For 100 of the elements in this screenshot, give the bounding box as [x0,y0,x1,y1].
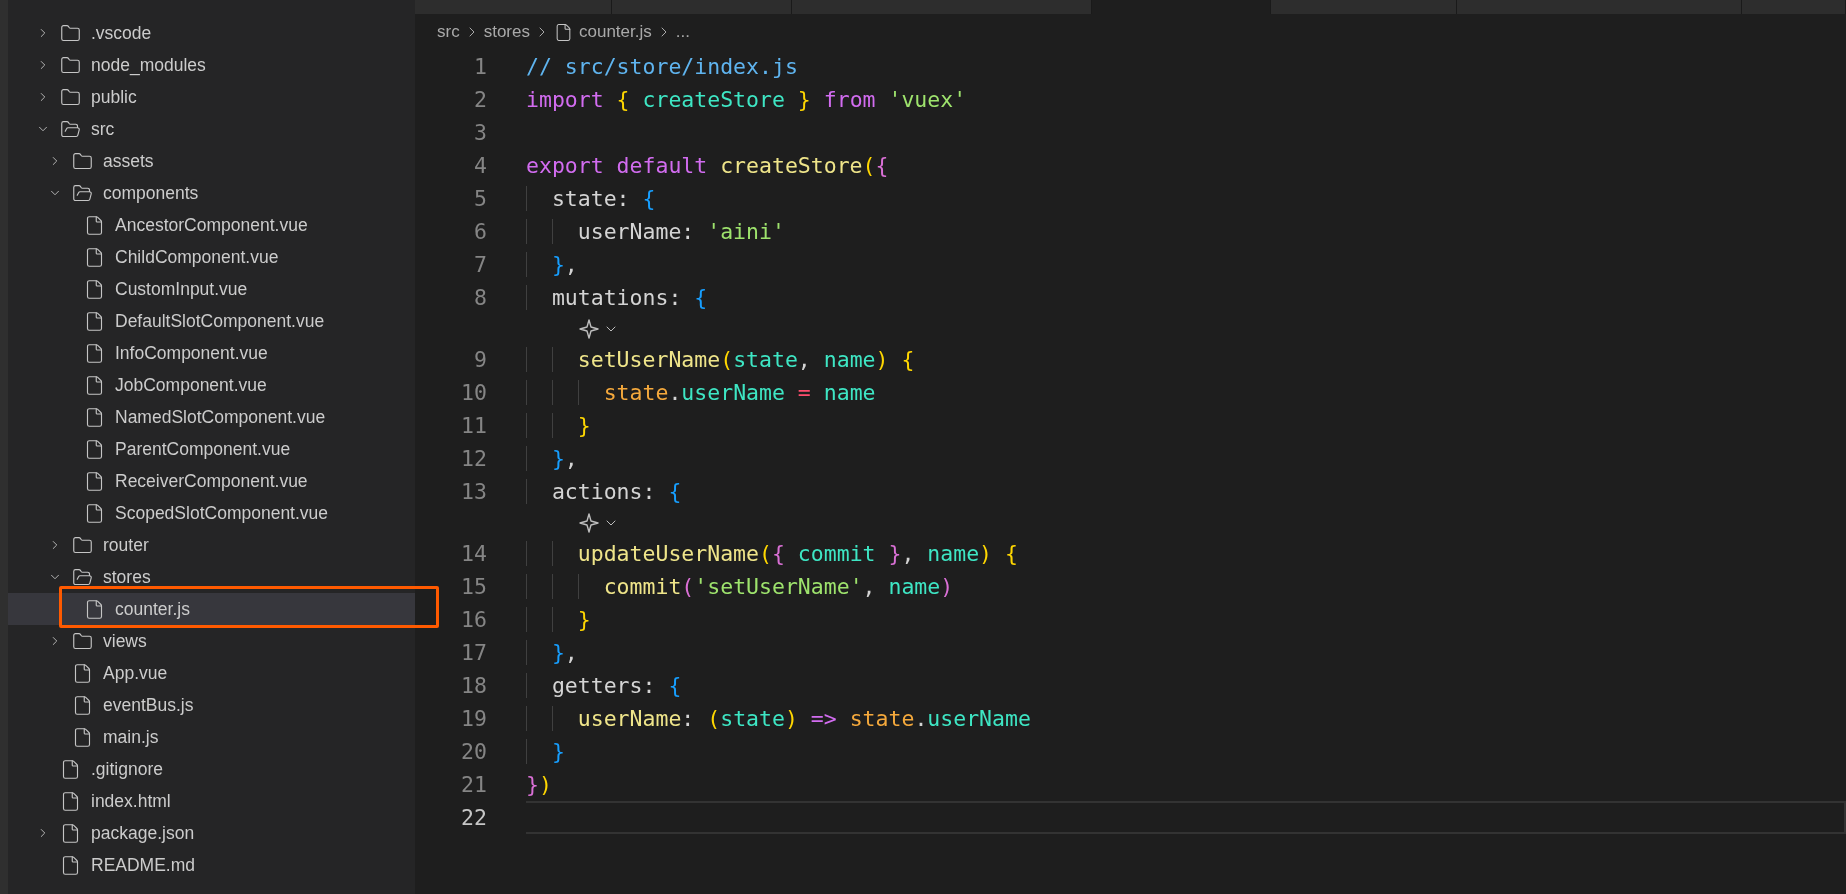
file-item[interactable]: App.vue [8,657,415,689]
sparkle-icon[interactable] [578,317,600,340]
file-item[interactable]: DefaultSlotComponent.vue [8,305,415,337]
line-number: 10 [460,380,487,405]
folder-item[interactable]: node_modules [8,49,415,81]
file-icon [84,278,105,300]
line-number: 6 [473,219,487,244]
file-item[interactable]: CustomInput.vue [8,273,415,305]
code-line: }, [526,442,578,475]
file-icon [84,246,105,268]
file-icon [72,662,93,684]
line-number: 15 [460,574,487,599]
line-number: 13 [460,479,487,504]
line-number: 2 [473,87,487,112]
file-icon [84,214,105,236]
file-item[interactable]: ParentComponent.vue [8,433,415,465]
file-item[interactable]: index.html [8,785,415,817]
folder-item[interactable]: .vscode [8,17,415,49]
line-number: 19 [460,706,487,731]
line-number: 11 [460,413,487,438]
breadcrumb-label: counter.js [578,22,652,42]
line-number: 18 [460,673,487,698]
folder-icon [72,150,93,172]
line-number: 17 [460,640,487,665]
code-line: // src/store/index.js [526,53,798,81]
code-line: commit('setUserName', name) [526,570,954,603]
breadcrumb-item[interactable]: stores [483,22,530,42]
file-item[interactable]: InfoComponent.vue [8,337,415,369]
file-icon [60,790,81,812]
line-number: 16 [460,607,487,632]
code-line: }, [526,636,578,669]
file-item[interactable]: main.js [8,721,415,753]
folder-icon [72,534,93,556]
breadcrumb-item[interactable]: src [437,22,460,42]
line-number: 8 [473,285,487,310]
file-icon [60,822,81,844]
file-item[interactable]: JobComponent.vue [8,369,415,401]
file-icon [84,406,105,428]
line-number: 22 [460,805,487,830]
file-icon [84,374,105,396]
line-number: 1 [473,54,487,79]
line-number: 12 [460,446,487,471]
file-icon [84,470,105,492]
folder-item[interactable]: views [8,625,415,657]
code-line: }) [526,771,552,799]
folder-item[interactable]: components [8,177,415,209]
folder-item[interactable]: src [8,113,415,145]
file-item[interactable]: README.md [8,849,415,881]
folder-item[interactable]: router [8,529,415,561]
breadcrumb-item[interactable]: ... [675,22,690,42]
code-line: state: { [526,182,656,215]
folder-item[interactable]: stores [8,561,415,593]
file-icon [72,726,93,748]
open-folder-icon [72,182,93,204]
folder-icon [60,86,81,108]
code-line: userName: 'aini' [526,215,785,248]
file-icon [84,310,105,332]
code-line: import { createStore } from 'vuex' [526,86,967,114]
open-folder-icon [72,566,93,588]
folder-item[interactable]: public [8,81,415,113]
code-line: actions: { [526,475,682,508]
file-item[interactable]: ScopedSlotComponent.vue [8,497,415,529]
code-line: updateUserName({ commit }, name) { [526,537,1018,570]
file-icon [72,694,93,716]
file-icon [60,854,81,876]
folder-icon [72,630,93,652]
file-icon [84,342,105,364]
code-line: getters: { [526,669,682,702]
file-icon [84,438,105,460]
code-line: }, [526,248,578,281]
line-number: 14 [460,541,487,566]
file-item[interactable]: eventBus.js [8,689,415,721]
file-item[interactable]: AncestorComponent.vue [8,209,415,241]
breadcrumb-item[interactable]: counter.js [553,22,652,42]
folder-item[interactable]: assets [8,145,415,177]
code-line: setUserName(state, name) { [526,343,915,376]
line-number: 20 [460,739,487,764]
file-icon [84,598,105,620]
file-item[interactable]: counter.js [8,593,415,625]
code-line: mutations: { [526,281,708,314]
file-item[interactable]: .gitignore [8,753,415,785]
file-item[interactable]: ChildComponent.vue [8,241,415,273]
file-item[interactable]: package.json [8,817,415,849]
file-icon [84,502,105,524]
file-item[interactable]: ReceiverComponent.vue [8,465,415,497]
open-folder-icon [60,118,81,140]
line-number: 21 [460,772,487,797]
line-number: 5 [473,186,487,211]
file-icon [60,758,81,780]
code-line: state.userName = name [526,376,876,409]
code-line: userName: (state) => state.userName [526,702,1031,735]
line-number: 4 [473,153,487,178]
file-item[interactable]: NamedSlotComponent.vue [8,401,415,433]
line-number: 9 [473,347,487,372]
line-number: 3 [473,120,487,145]
code-line: export default createStore({ [526,152,889,180]
sparkle-icon[interactable] [578,511,600,534]
line-number: 7 [473,252,487,277]
folder-icon [60,22,81,44]
folder-icon [60,54,81,76]
